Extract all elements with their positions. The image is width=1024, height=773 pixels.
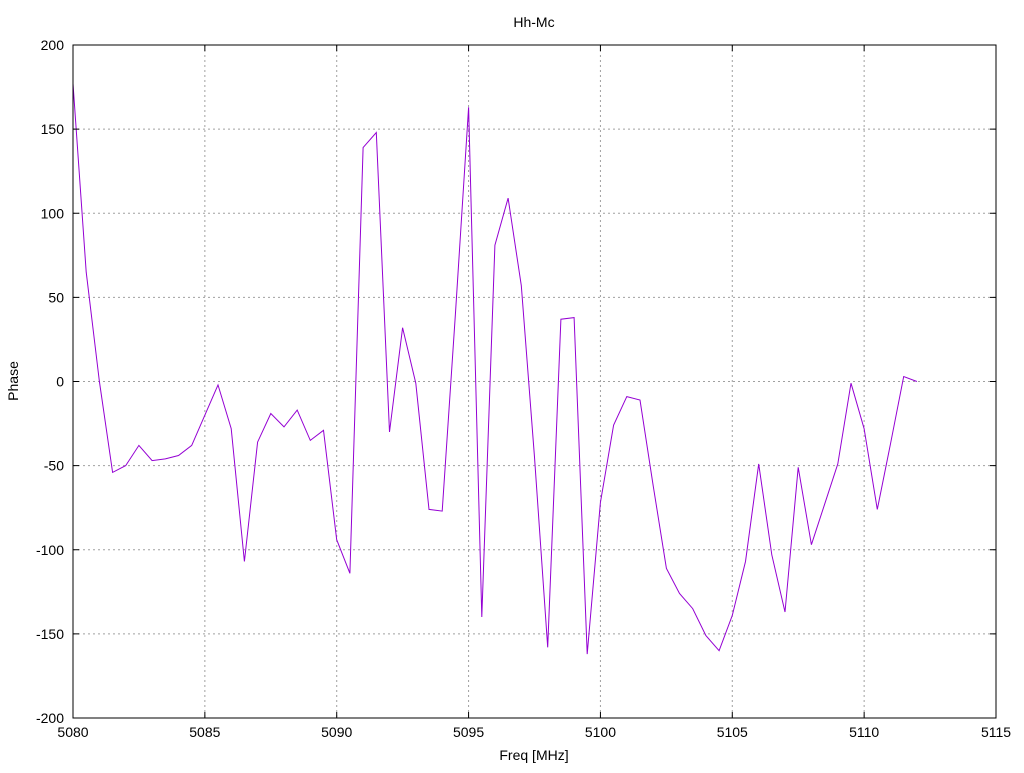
x-tick-label: 5095	[453, 724, 484, 740]
x-tick-label: 5085	[189, 724, 220, 740]
grid	[73, 45, 996, 718]
y-tick-label: -150	[36, 626, 64, 642]
x-tick-label: 5080	[57, 724, 88, 740]
x-tick-label: 5115	[981, 724, 1011, 740]
x-tick-label: 5090	[321, 724, 352, 740]
chart-title: Hh-Mc	[513, 14, 554, 30]
y-tick-label: 150	[41, 121, 65, 137]
y-tick-label: 100	[41, 205, 65, 221]
x-tick-label: 5110	[849, 724, 879, 740]
series-layer	[72, 83, 918, 655]
y-tick-label: -50	[44, 458, 64, 474]
phase-series-line	[72, 83, 918, 655]
phase-line-chart: Hh-Mc 5080 5085 5090 5095 5100 5105 5110 5115 -2…	[5, 14, 1011, 763]
y-tick-label: 0	[56, 374, 64, 390]
x-tick-label: 5100	[585, 724, 616, 740]
y-tick-label: 50	[48, 289, 64, 305]
x-tick-label: 5105	[717, 724, 748, 740]
y-tick-label: -100	[36, 542, 64, 558]
y-tick-label: -200	[36, 710, 64, 726]
axis-ticks: 5080 5085 5090 5095 5100 5105 5110 5115 -200 -150…	[36, 37, 1011, 740]
x-axis-label: Freq [MHz]	[499, 747, 568, 763]
y-tick-label: 200	[41, 37, 65, 53]
y-axis-label: Phase	[5, 361, 21, 401]
chart-container: Hh-Mc 5080 5085 5090 5095 5100 5105 5110 5115 -2…	[0, 0, 1024, 768]
